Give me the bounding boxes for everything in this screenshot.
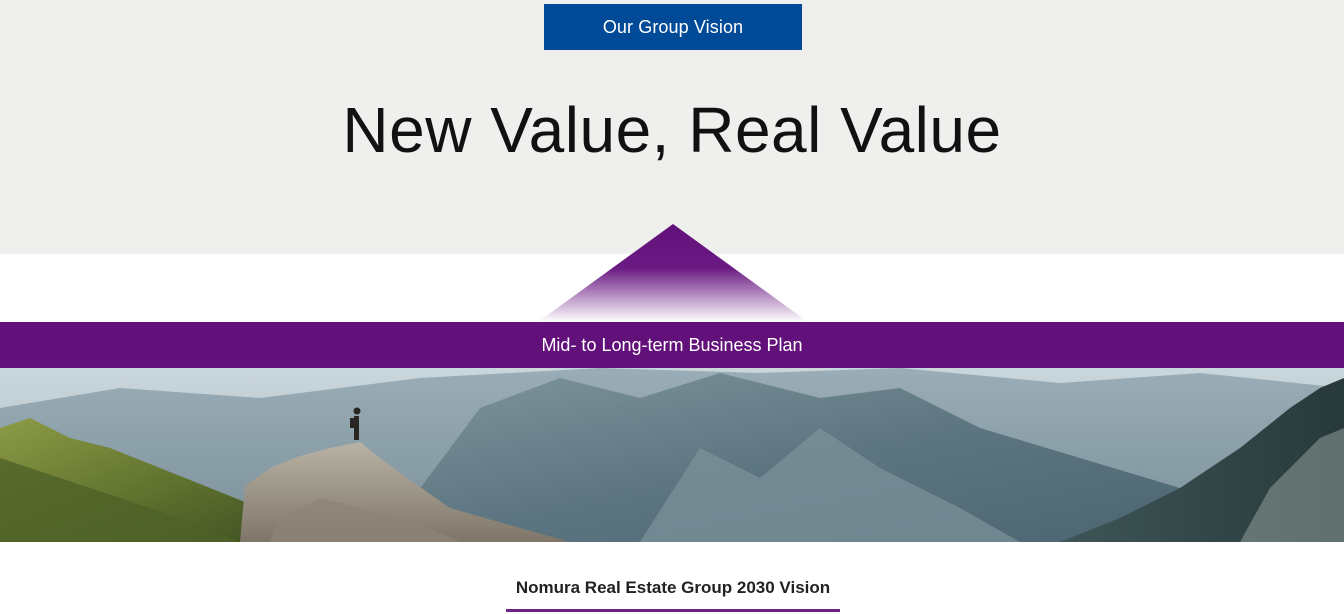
vision-header-band: Our Group Vision New Value, Real Value	[0, 0, 1344, 254]
arrow-triangle-icon	[538, 224, 808, 322]
section-tab-label: Nomura Real Estate Group 2030 Vision	[515, 578, 831, 597]
page: Our Group Vision New Value, Real Value M…	[0, 0, 1344, 614]
section-tab-underline	[506, 609, 840, 612]
group-vision-badge[interactable]: Our Group Vision	[544, 4, 802, 50]
business-plan-bar[interactable]: Mid- to Long-term Business Plan	[0, 322, 1344, 368]
mountain-landscape-illustration	[0, 368, 1344, 542]
vision-title: New Value, Real Value	[342, 94, 1002, 166]
mountain-hero-image	[0, 368, 1344, 542]
section-tab-2030-vision[interactable]: Nomura Real Estate Group 2030 Vision	[506, 572, 840, 612]
